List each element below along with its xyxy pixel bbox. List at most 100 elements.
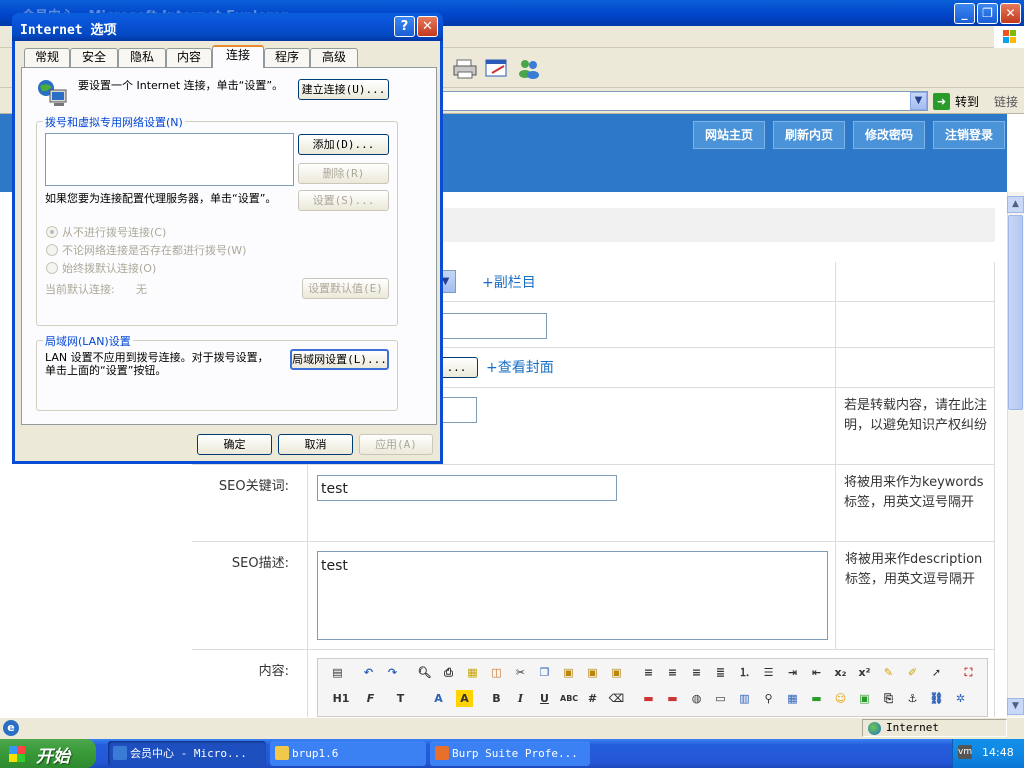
fullscreen-icon[interactable]: ⛶ xyxy=(960,664,977,681)
view-cover-link[interactable]: +查看封面 xyxy=(486,357,554,377)
taskbar-item-folder[interactable]: brup1.6 xyxy=(270,741,426,766)
taskbar-item-ie[interactable]: 会员中心 - Micro... xyxy=(108,741,266,766)
paste-icon[interactable]: ▣ xyxy=(560,664,577,681)
seo-keywords-input[interactable]: test xyxy=(317,475,617,501)
go-arrow-icon[interactable]: ➜ xyxy=(933,93,950,110)
font-family-icon[interactable]: F xyxy=(362,690,379,707)
edit-icon[interactable] xyxy=(484,56,510,80)
close-button[interactable]: ✕ xyxy=(1000,3,1021,24)
address-input[interactable] xyxy=(436,91,928,111)
indent-icon[interactable]: ⇥ xyxy=(784,664,801,681)
nav-home-button[interactable]: 网站主页 xyxy=(693,121,765,149)
superscript-icon[interactable]: x² xyxy=(856,664,873,681)
align-center-icon[interactable]: ≡ xyxy=(664,664,681,681)
template-icon[interactable]: ▦ xyxy=(464,664,481,681)
title-input[interactable] xyxy=(436,313,547,339)
source-icon[interactable]: ▤ xyxy=(329,664,346,681)
scroll-down-icon[interactable]: ▼ xyxy=(1007,698,1024,715)
undo-icon[interactable]: ↶ xyxy=(360,664,377,681)
font-color-icon[interactable]: A xyxy=(430,690,447,707)
clear-format-icon[interactable]: ✎ xyxy=(880,664,897,681)
dialog-help-button[interactable]: ? xyxy=(394,16,415,37)
tab-general[interactable]: 常规 xyxy=(24,48,70,67)
vmware-tray-icon[interactable]: vm xyxy=(958,745,972,759)
media-icon[interactable]: ◍ xyxy=(688,690,705,707)
minimize-button[interactable]: _ xyxy=(954,3,975,24)
ordered-list-icon[interactable]: ⒈ xyxy=(736,664,753,681)
nav-refresh-button[interactable]: 刷新内页 xyxy=(773,121,845,149)
tab-security[interactable]: 安全 xyxy=(70,48,118,67)
italic-icon[interactable]: I xyxy=(512,690,529,707)
tab-content[interactable]: 内容 xyxy=(166,48,212,67)
anchor-icon[interactable]: ⚓ xyxy=(904,690,921,707)
insert-table-icon[interactable]: ▦ xyxy=(784,690,801,707)
paste-word-icon[interactable]: ▣ xyxy=(608,664,625,681)
cursor-icon[interactable]: ➚ xyxy=(928,664,945,681)
heading-icon[interactable]: H1 xyxy=(329,690,353,707)
redo-icon[interactable]: ↷ xyxy=(384,664,401,681)
highlight-color-icon[interactable]: A xyxy=(456,690,473,707)
scrollbar-thumb[interactable] xyxy=(1008,215,1023,410)
emoticon-icon[interactable]: ☺ xyxy=(832,690,849,707)
dialog-close-button[interactable]: ✕ xyxy=(417,16,438,37)
strikethrough-icon[interactable]: ABC xyxy=(560,690,578,707)
tab-programs[interactable]: 程序 xyxy=(264,48,310,67)
apply-button[interactable]: 应用(A) xyxy=(359,434,433,455)
table-grid-icon[interactable]: # xyxy=(584,690,601,707)
eraser-icon[interactable]: ⌫ xyxy=(608,690,625,707)
font-size-icon[interactable]: T xyxy=(392,690,409,707)
underline-icon[interactable]: U xyxy=(536,690,553,707)
book-icon[interactable]: ▥ xyxy=(736,690,753,707)
maximize-button[interactable]: ❐ xyxy=(977,3,998,24)
nav-logout-button[interactable]: 注销登录 xyxy=(933,121,1005,149)
tab-privacy[interactable]: 隐私 xyxy=(118,48,166,67)
picture-icon[interactable]: ▣ xyxy=(856,690,873,707)
align-left-icon[interactable]: ≡ xyxy=(640,664,657,681)
align-justify-icon[interactable]: ≣ xyxy=(712,664,729,681)
horizontal-rule-icon[interactable]: ▬ xyxy=(808,690,825,707)
radio-always-dial[interactable] xyxy=(46,262,58,274)
align-right-icon[interactable]: ≡ xyxy=(688,664,705,681)
messenger-icon[interactable] xyxy=(516,56,542,80)
page-break-icon[interactable]: ⎘ xyxy=(880,690,897,707)
bold-icon[interactable]: B xyxy=(488,690,505,707)
cancel-button[interactable]: 取消 xyxy=(278,434,353,455)
radio-never-dial[interactable] xyxy=(46,226,58,238)
taskbar-item-burp[interactable]: Burp Suite Profe... xyxy=(430,741,590,766)
link-icon[interactable]: ⛓ xyxy=(928,690,945,707)
select-all-icon[interactable]: ✐ xyxy=(904,664,921,681)
flash-icon[interactable]: ▬ xyxy=(664,690,681,707)
image-icon[interactable]: ▬ xyxy=(640,690,657,707)
scroll-up-icon[interactable]: ▲ xyxy=(1007,196,1024,213)
attachment-icon[interactable]: ⚲ xyxy=(760,690,777,707)
ok-button[interactable]: 确定 xyxy=(197,434,272,455)
lan-settings-button[interactable]: 局域网设置(L)... xyxy=(290,349,389,370)
outdent-icon[interactable]: ⇤ xyxy=(808,664,825,681)
tab-connections[interactable]: 连接 xyxy=(212,45,264,68)
go-button[interactable]: 转到 xyxy=(955,93,979,110)
code-icon[interactable]: ◫ xyxy=(488,664,505,681)
add-connection-button[interactable]: 添加(D)... xyxy=(298,134,389,155)
print-editor-icon[interactable]: ⎙ xyxy=(440,664,457,681)
dialog-title-bar[interactable]: Internet 选项 xyxy=(12,13,443,41)
dialup-connections-list[interactable] xyxy=(45,133,294,186)
cut-icon[interactable]: ✂ xyxy=(512,664,529,681)
start-button[interactable]: 开始 xyxy=(0,739,96,768)
links-label[interactable]: 链接 xyxy=(994,93,1018,110)
unordered-list-icon[interactable]: ☰ xyxy=(760,664,777,681)
connection-settings-button[interactable]: 设置(S)... xyxy=(298,190,389,211)
preview-icon[interactable]: 🔍︎ xyxy=(416,664,433,681)
tab-advanced[interactable]: 高级 xyxy=(310,48,358,67)
setup-connection-button[interactable]: 建立连接(U)... xyxy=(298,79,389,100)
unlink-icon[interactable]: ✲ xyxy=(952,690,969,707)
video-icon[interactable]: ▭ xyxy=(712,690,729,707)
seo-description-textarea[interactable]: test xyxy=(317,551,828,640)
copy-icon[interactable]: ❐ xyxy=(536,664,553,681)
radio-dial-whenever[interactable] xyxy=(46,244,58,256)
set-default-button[interactable]: 设置默认值(E) xyxy=(302,278,389,299)
subscript-icon[interactable]: x₂ xyxy=(832,664,849,681)
print-icon[interactable] xyxy=(452,56,478,80)
remove-connection-button[interactable]: 删除(R) xyxy=(298,163,389,184)
add-subcolumn-link[interactable]: +副栏目 xyxy=(482,272,536,292)
paste-text-icon[interactable]: ▣ xyxy=(584,664,601,681)
